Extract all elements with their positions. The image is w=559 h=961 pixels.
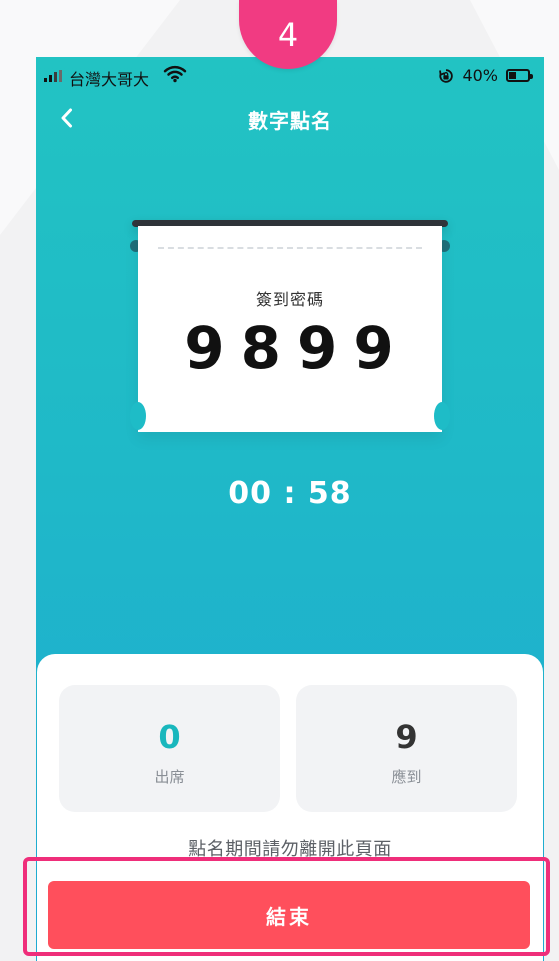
battery-level-fill: [509, 72, 517, 79]
wifi-icon: [163, 65, 187, 83]
screenshot-stage: 台灣大哥大 40% 數字點名 簽到密碼 9899 00: 58 0 出席 9 …: [0, 0, 559, 961]
navigation-bar: 數字點名: [36, 95, 544, 143]
checkin-code-label: 簽到密碼: [255, 290, 324, 309]
status-right-group: 40%: [438, 66, 533, 85]
expected-count-value: 9: [395, 718, 418, 756]
present-count-value: 0: [158, 718, 181, 756]
end-checkin-button[interactable]: 結束: [48, 881, 530, 949]
present-count-label: 出席: [154, 768, 185, 786]
signal-icon: [44, 70, 62, 82]
ticket-dashed-line: [158, 247, 422, 249]
carrier-name: 台灣大哥大: [69, 70, 150, 89]
rotation-lock-icon: [439, 68, 454, 83]
phone-screen: 台灣大哥大 40% 數字點名 簽到密碼 9899 00: 58 0 出席 9 …: [36, 57, 544, 961]
page-title: 數字點名: [248, 109, 332, 133]
present-count-card: 0 出席: [59, 685, 280, 812]
checkin-code-ticket: 簽到密碼 9899: [130, 220, 450, 432]
ticket-card: 簽到密碼 9899: [130, 226, 450, 432]
checkin-code-value: 9899: [184, 314, 410, 382]
countdown-timer: 00 : 58: [228, 476, 352, 511]
expected-count-card: 9 應到: [296, 685, 517, 812]
expected-count-label: 應到: [391, 768, 422, 786]
battery-icon: [506, 69, 533, 82]
battery-percent: 40%: [462, 66, 498, 85]
